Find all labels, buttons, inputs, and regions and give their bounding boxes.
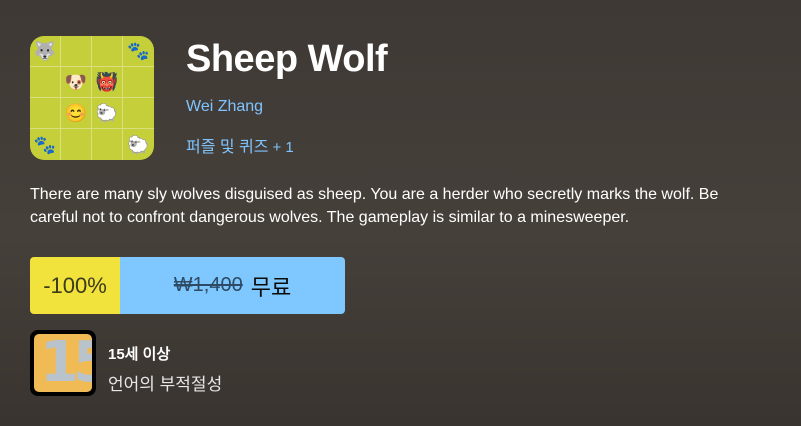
category-more[interactable]: + 1 [273, 139, 294, 156]
discount-badge: -100% [30, 257, 120, 314]
age-rating-label: 15세 이상 [108, 346, 171, 363]
age-rating-number: 15 [40, 334, 92, 392]
paw-icon: 🐾 [30, 129, 61, 160]
age-rating-inner: 15 [34, 334, 92, 392]
app-description: There are many sly wolves disguised as s… [30, 186, 719, 226]
grid-cell [123, 98, 154, 129]
grid-cell [92, 129, 123, 160]
paw-icon: 🐾 [123, 36, 154, 67]
sheep-icon: 🐑 [127, 134, 150, 155]
grid-cell [92, 36, 123, 67]
purchase-button[interactable]: -100% ₩1,400 무료 [30, 257, 345, 314]
dog-icon: 🐶 [61, 67, 92, 98]
ogre-icon: 👹 [92, 67, 123, 98]
face-icon: 😊 [61, 98, 92, 129]
app-title: Sheep Wolf [186, 38, 388, 80]
wolf-icon: 🐺 [30, 36, 61, 67]
age-rating-icon: 15 [30, 330, 96, 396]
icon-grid: 🐺 🐾 🐶 👹 😊 🐑 🐾 🐑 [30, 36, 154, 160]
grid-cell [30, 67, 61, 98]
price-area[interactable]: ₩1,400 무료 [120, 257, 345, 314]
original-price: ₩1,400 [173, 274, 243, 296]
grid-cell [123, 67, 154, 98]
current-price: 무료 [250, 274, 292, 300]
author-link[interactable]: Wei Zhang [186, 98, 263, 116]
sheep-icon: 🐑 [92, 98, 123, 129]
category-link[interactable]: 퍼즐 및 퀴즈 + 1 [186, 133, 294, 157]
grid-cell [61, 129, 92, 160]
game-icon: 🐺 🐾 🐶 👹 😊 🐑 🐾 🐑 [30, 36, 154, 160]
age-rating-descriptor: 언어의 부적절성 [108, 375, 223, 394]
grid-cell [61, 36, 92, 67]
grid-cell [30, 98, 61, 129]
category-label: 퍼즐 및 퀴즈 [186, 139, 269, 156]
